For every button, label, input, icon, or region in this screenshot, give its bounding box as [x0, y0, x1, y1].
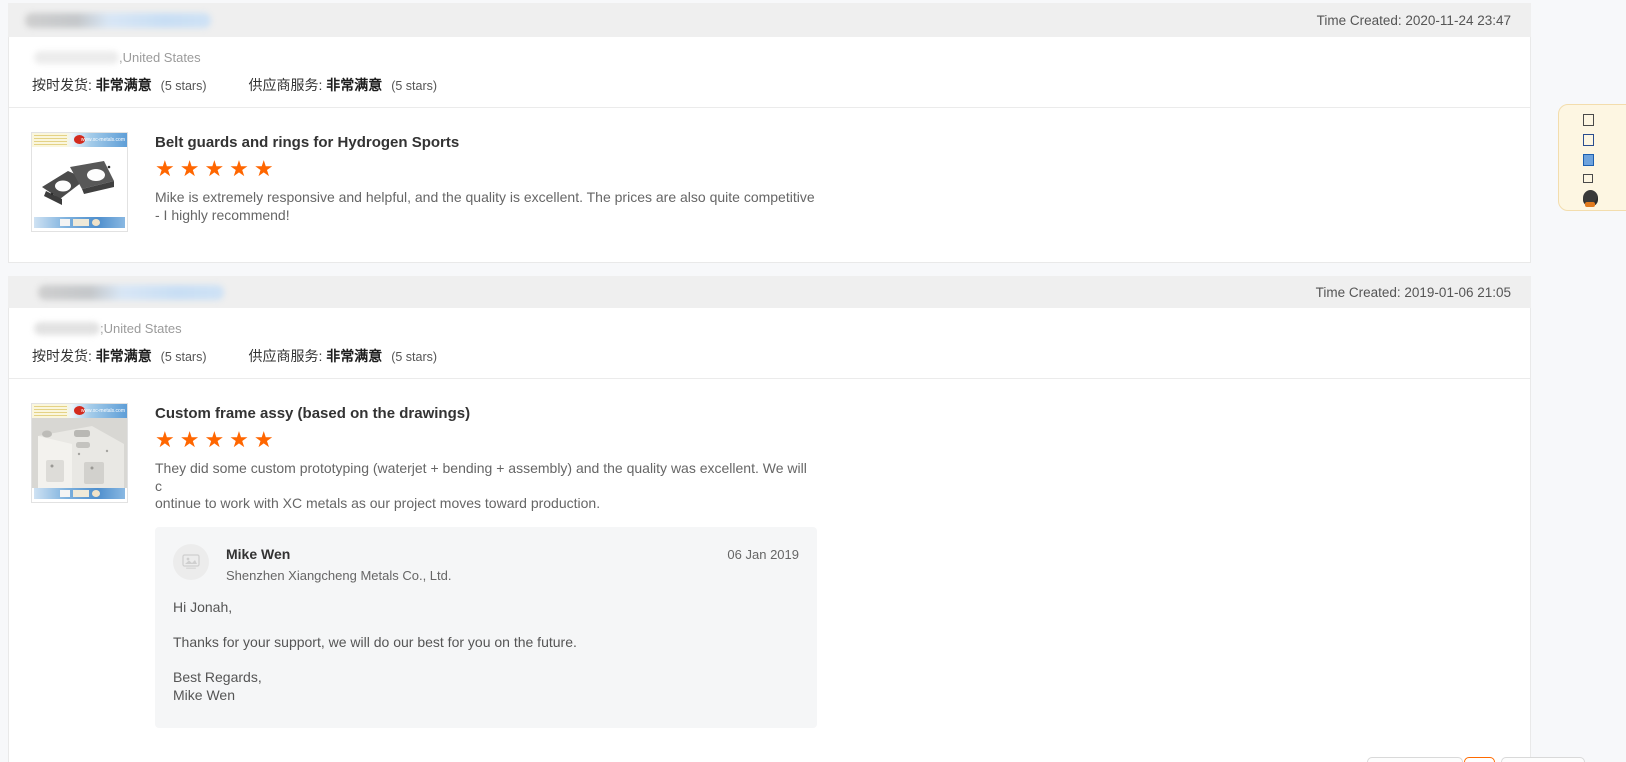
- reply-author-company: Shenzhen Xiangcheng Metals Co., Ltd.: [226, 568, 727, 583]
- rating-row: 按时发货: 非常满意 (5 stars) 供应商服务: 非常满意 (5 star…: [9, 65, 1530, 95]
- rating-label: 按时发货:: [32, 77, 96, 93]
- review-text-line: Mike is extremely responsive and helpful…: [155, 189, 815, 207]
- product-photo-metal-brackets: [32, 147, 127, 217]
- rating-supplier-service: 供应商服务: 非常满意 (5 stars): [249, 346, 438, 366]
- review-main: Custom frame assy (based on the drawings…: [155, 403, 815, 728]
- product-photo-frame-assembly: [32, 418, 127, 488]
- buyer-name-redacted: [34, 51, 119, 64]
- reply-line: Hi Jonah,: [173, 598, 799, 616]
- rating-value: 非常满意: [326, 77, 382, 93]
- rating-value: 非常满意: [326, 348, 382, 364]
- time-created: Time Created: 2019-01-06 21:05: [1316, 285, 1511, 300]
- reply-line: Mike Wen: [173, 686, 799, 704]
- floating-contact-widget[interactable]: [1558, 104, 1626, 211]
- reply-header: Mike Wen Shenzhen Xiangcheng Metals Co.,…: [173, 544, 799, 583]
- banner-lines: [34, 135, 67, 145]
- rating-supplier-service: 供应商服务: 非常满意 (5 stars): [249, 75, 438, 95]
- rating-value: 非常满意: [96, 348, 152, 364]
- reply-date: 06 Jan 2019: [727, 544, 799, 583]
- buyer-name-redacted: [25, 13, 211, 28]
- cert-logo-icon: [73, 490, 89, 497]
- banner-lines: [34, 406, 67, 416]
- supplier-reply-box: Mike Wen Shenzhen Xiangcheng Metals Co.,…: [155, 527, 817, 728]
- buyer-name-redacted: [38, 285, 224, 300]
- rating-label: 供应商服务:: [249, 348, 327, 364]
- review-card-header: Time Created: 2019-01-06 21:05: [8, 276, 1531, 308]
- reply-author: Mike Wen Shenzhen Xiangcheng Metals Co.,…: [226, 544, 727, 583]
- image-watermark: www.xc-metals.com: [81, 137, 125, 143]
- buyer-country: ;United States: [100, 321, 182, 336]
- cert-logo-icon: [92, 490, 100, 497]
- mascot-icon: [1583, 190, 1598, 206]
- reply-author-name: Mike Wen: [226, 544, 727, 562]
- rating-value: 非常满意: [96, 77, 152, 93]
- product-image[interactable]: www.xc-metals.com: [31, 403, 128, 503]
- star-rating: ★★★★★: [155, 429, 815, 451]
- cert-logo-icon: [60, 219, 70, 226]
- product-image[interactable]: www.xc-metals.com: [31, 132, 128, 232]
- pagination-next-button[interactable]: [1501, 757, 1585, 762]
- star-rating: ★★★★★: [155, 158, 815, 180]
- certification-banner: [34, 217, 125, 228]
- review-content: www.xc-metals.com: [9, 108, 1530, 262]
- rating-stars-note: (5 stars): [391, 79, 437, 93]
- review-text: Mike is extremely responsive and helpful…: [155, 189, 815, 224]
- review-text-line: They did some custom prototyping (waterj…: [155, 460, 815, 495]
- widget-glyph-icon: [1583, 173, 1594, 183]
- review-text-line: ontinue to work with XC metals as our pr…: [155, 495, 815, 513]
- rating-stars-note: (5 stars): [161, 350, 207, 364]
- product-title: Custom frame assy (based on the drawings…: [155, 403, 815, 422]
- review-card-body: ,United States 按时发货: 非常满意 (5 stars) 供应商服…: [9, 37, 1530, 262]
- rating-row: 按时发货: 非常满意 (5 stars) 供应商服务: 非常满意 (5 star…: [9, 336, 1530, 366]
- rating-stars-note: (5 stars): [161, 79, 207, 93]
- image-watermark: www.xc-metals.com: [81, 408, 125, 414]
- reply-line: Thanks for your support, we will do our …: [173, 633, 799, 651]
- product-title: Belt guards and rings for Hydrogen Sport…: [155, 132, 815, 151]
- reply-body: Hi Jonah, Thanks for your support, we wi…: [173, 598, 799, 704]
- rating-label: 按时发货:: [32, 348, 96, 364]
- rating-stars-note: (5 stars): [391, 350, 437, 364]
- rating-on-time-shipment: 按时发货: 非常满意 (5 stars): [32, 75, 207, 95]
- review-card-header: Time Created: 2020-11-24 23:47: [8, 3, 1531, 37]
- widget-glyph-icon: [1583, 153, 1594, 166]
- pagination-current-page-button[interactable]: [1464, 757, 1495, 762]
- review-content: www.xc-metals.com: [9, 379, 1530, 762]
- widget-glyph-icon: [1583, 133, 1594, 146]
- pagination-prev-button[interactable]: [1367, 757, 1463, 762]
- cert-logo-icon: [60, 490, 70, 497]
- review-card: Time Created: 2020-11-24 23:47 ,United S…: [8, 4, 1531, 263]
- reply-line: Best Regards,: [173, 668, 799, 686]
- widget-glyph-icon: [1583, 113, 1594, 126]
- review-text-line: - I highly recommend!: [155, 207, 815, 225]
- rating-label: 供应商服务:: [249, 77, 327, 93]
- certification-banner: [34, 488, 125, 499]
- buyer-country: ,United States: [119, 50, 201, 65]
- review-card: Time Created: 2019-01-06 21:05 ;United S…: [8, 277, 1531, 762]
- review-text: They did some custom prototyping (waterj…: [155, 460, 815, 513]
- buyer-name-redacted: [34, 322, 100, 335]
- photo-placeholder-icon: [173, 544, 209, 580]
- review-main: Belt guards and rings for Hydrogen Sport…: [155, 132, 815, 232]
- time-created: Time Created: 2020-11-24 23:47: [1317, 13, 1511, 28]
- buyer-row: ;United States: [9, 308, 1530, 336]
- cert-logo-icon: [92, 219, 100, 226]
- rating-on-time-shipment: 按时发货: 非常满意 (5 stars): [32, 346, 207, 366]
- buyer-row: ,United States: [9, 37, 1530, 65]
- cert-logo-icon: [73, 219, 89, 226]
- review-card-body: ;United States 按时发货: 非常满意 (5 stars) 供应商服…: [9, 308, 1530, 762]
